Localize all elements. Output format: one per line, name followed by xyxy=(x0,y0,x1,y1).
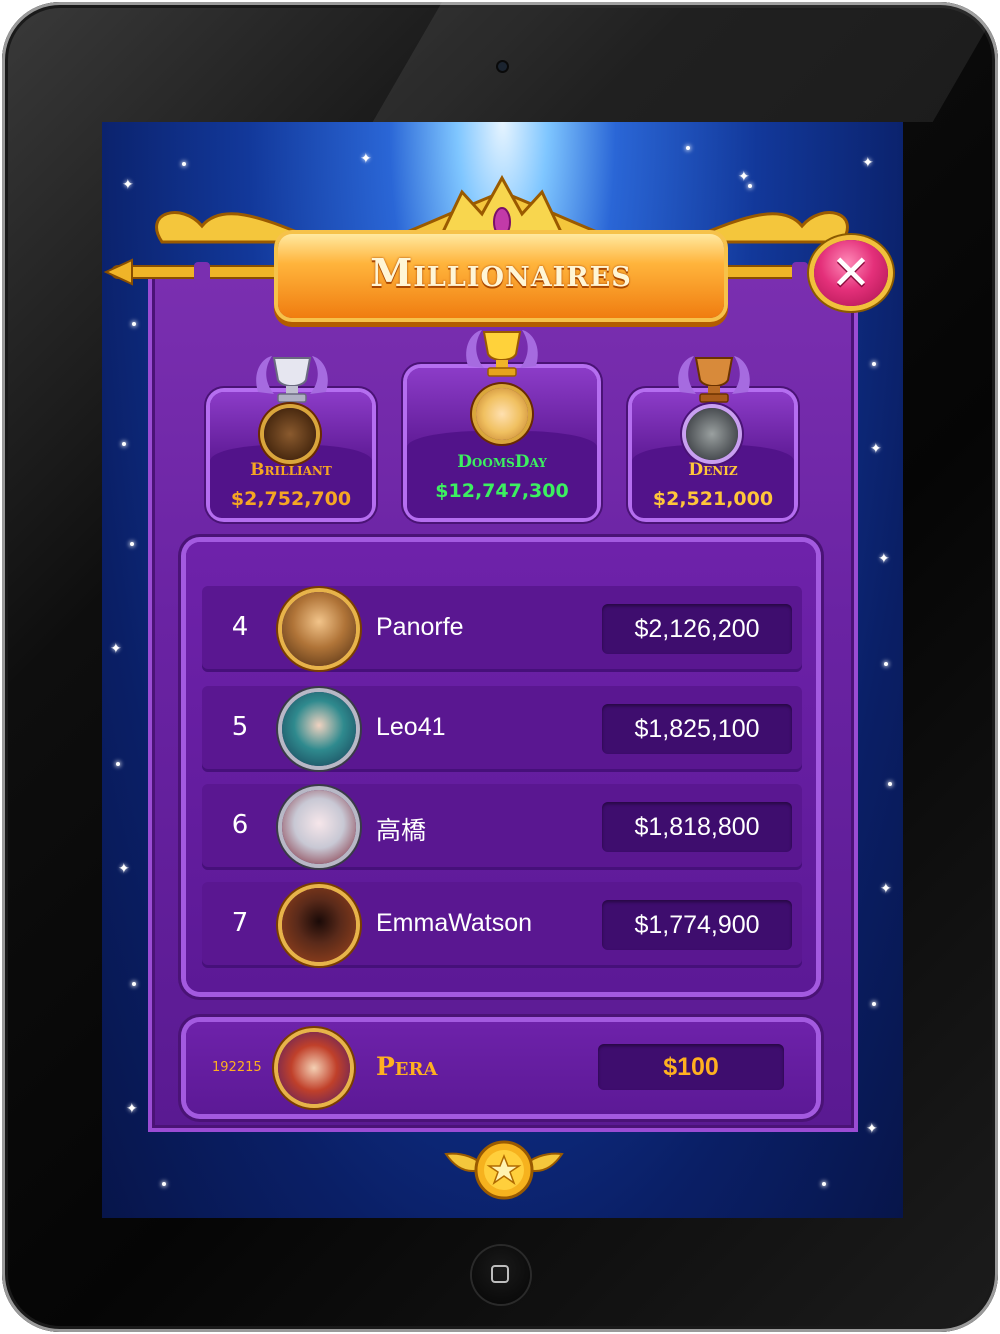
star xyxy=(872,1002,876,1006)
current-player-row[interactable]: 192215 Pera $100 xyxy=(186,1022,816,1114)
row-player-name: Panorfe xyxy=(376,613,464,641)
current-player-name: Pera xyxy=(376,1052,438,1081)
row-player-name: EmmaWatson xyxy=(376,909,533,937)
star xyxy=(162,1182,166,1186)
row-rank: 7 xyxy=(231,908,249,938)
leaderboard-row[interactable]: 5 Leo41 $1,825,100 xyxy=(202,686,802,772)
row-rank: 4 xyxy=(231,612,249,642)
podium-wave xyxy=(407,431,597,518)
current-player-rank: 192215 xyxy=(212,1060,262,1075)
avatar xyxy=(282,692,356,766)
row-player-name: 高橋 xyxy=(376,817,427,845)
home-icon xyxy=(491,1265,509,1283)
star-wings-icon[interactable] xyxy=(442,1134,566,1208)
avatar xyxy=(278,1032,350,1104)
podium-score: $2,521,000 xyxy=(652,488,774,510)
star xyxy=(132,322,136,326)
leaderboard-row[interactable]: 7 EmmaWatson $1,774,900 xyxy=(202,882,802,968)
podium-score: $2,752,700 xyxy=(230,488,352,510)
star xyxy=(822,1182,826,1186)
sparkle: ✦ xyxy=(870,441,882,457)
game-screen: ✦ ✦ ✦ ✦ ✦ ✦ ✦ ✦ ✦ ✦ ✦ Millionaires ✕ Bri… xyxy=(102,122,903,1218)
row-player-name: Leo41 xyxy=(376,713,446,741)
sparkle: ✦ xyxy=(118,861,130,877)
row-score: $2,126,200 xyxy=(634,615,760,643)
sparkle: ✦ xyxy=(878,551,890,567)
close-button[interactable]: ✕ xyxy=(814,240,888,306)
row-score: $1,818,800 xyxy=(634,813,760,841)
star xyxy=(116,762,120,766)
gold-trophy-icon xyxy=(466,330,538,377)
sparkle: ✦ xyxy=(866,1121,878,1137)
star xyxy=(884,662,888,666)
podium-name: Brilliant xyxy=(250,460,332,480)
avatar xyxy=(282,888,356,962)
star xyxy=(132,982,136,986)
device-glare xyxy=(372,2,998,122)
star xyxy=(872,362,876,366)
star xyxy=(122,442,126,446)
leaderboard-row[interactable]: 4 Panorfe $2,126,200 xyxy=(202,586,802,672)
avatar xyxy=(282,592,356,666)
avatar xyxy=(282,790,356,864)
row-score: $1,774,900 xyxy=(634,911,760,939)
star xyxy=(130,542,134,546)
current-player-score-box: $100 xyxy=(598,1044,784,1090)
row-rank: 5 xyxy=(231,712,249,742)
podium-score: $12,747,300 xyxy=(435,480,569,502)
sparkle: ✦ xyxy=(126,1101,138,1117)
close-icon: ✕ xyxy=(830,245,872,301)
avatar-deniz xyxy=(686,408,738,460)
current-player-score: $100 xyxy=(663,1053,719,1081)
front-camera xyxy=(498,62,507,71)
avatar-doomsday xyxy=(476,388,528,440)
row-score-box: $1,825,100 xyxy=(602,704,792,754)
page-title: Millionaires xyxy=(370,250,632,295)
bronze-trophy-icon xyxy=(678,356,750,403)
sparkle: ✦ xyxy=(110,641,122,657)
row-rank: 6 xyxy=(231,810,249,840)
row-score-box: $1,818,800 xyxy=(602,802,792,852)
tablet-frame: ✦ ✦ ✦ ✦ ✦ ✦ ✦ ✦ ✦ ✦ ✦ Millionaires ✕ Bri… xyxy=(2,2,998,1332)
podium-name: Deniz xyxy=(688,460,738,480)
star xyxy=(888,782,892,786)
title-plate: Millionaires xyxy=(278,234,724,318)
silver-trophy-icon xyxy=(256,356,328,403)
sparkle: ✦ xyxy=(880,881,892,897)
row-score-box: $2,126,200 xyxy=(602,604,792,654)
avatar-brilliant xyxy=(264,408,316,460)
leaderboard-row[interactable]: 6 高橋 $1,818,800 xyxy=(202,784,802,870)
row-score-box: $1,774,900 xyxy=(602,900,792,950)
row-score: $1,825,100 xyxy=(634,715,760,743)
home-button[interactable] xyxy=(472,1246,530,1304)
podium-name: DoomsDay xyxy=(457,452,547,472)
